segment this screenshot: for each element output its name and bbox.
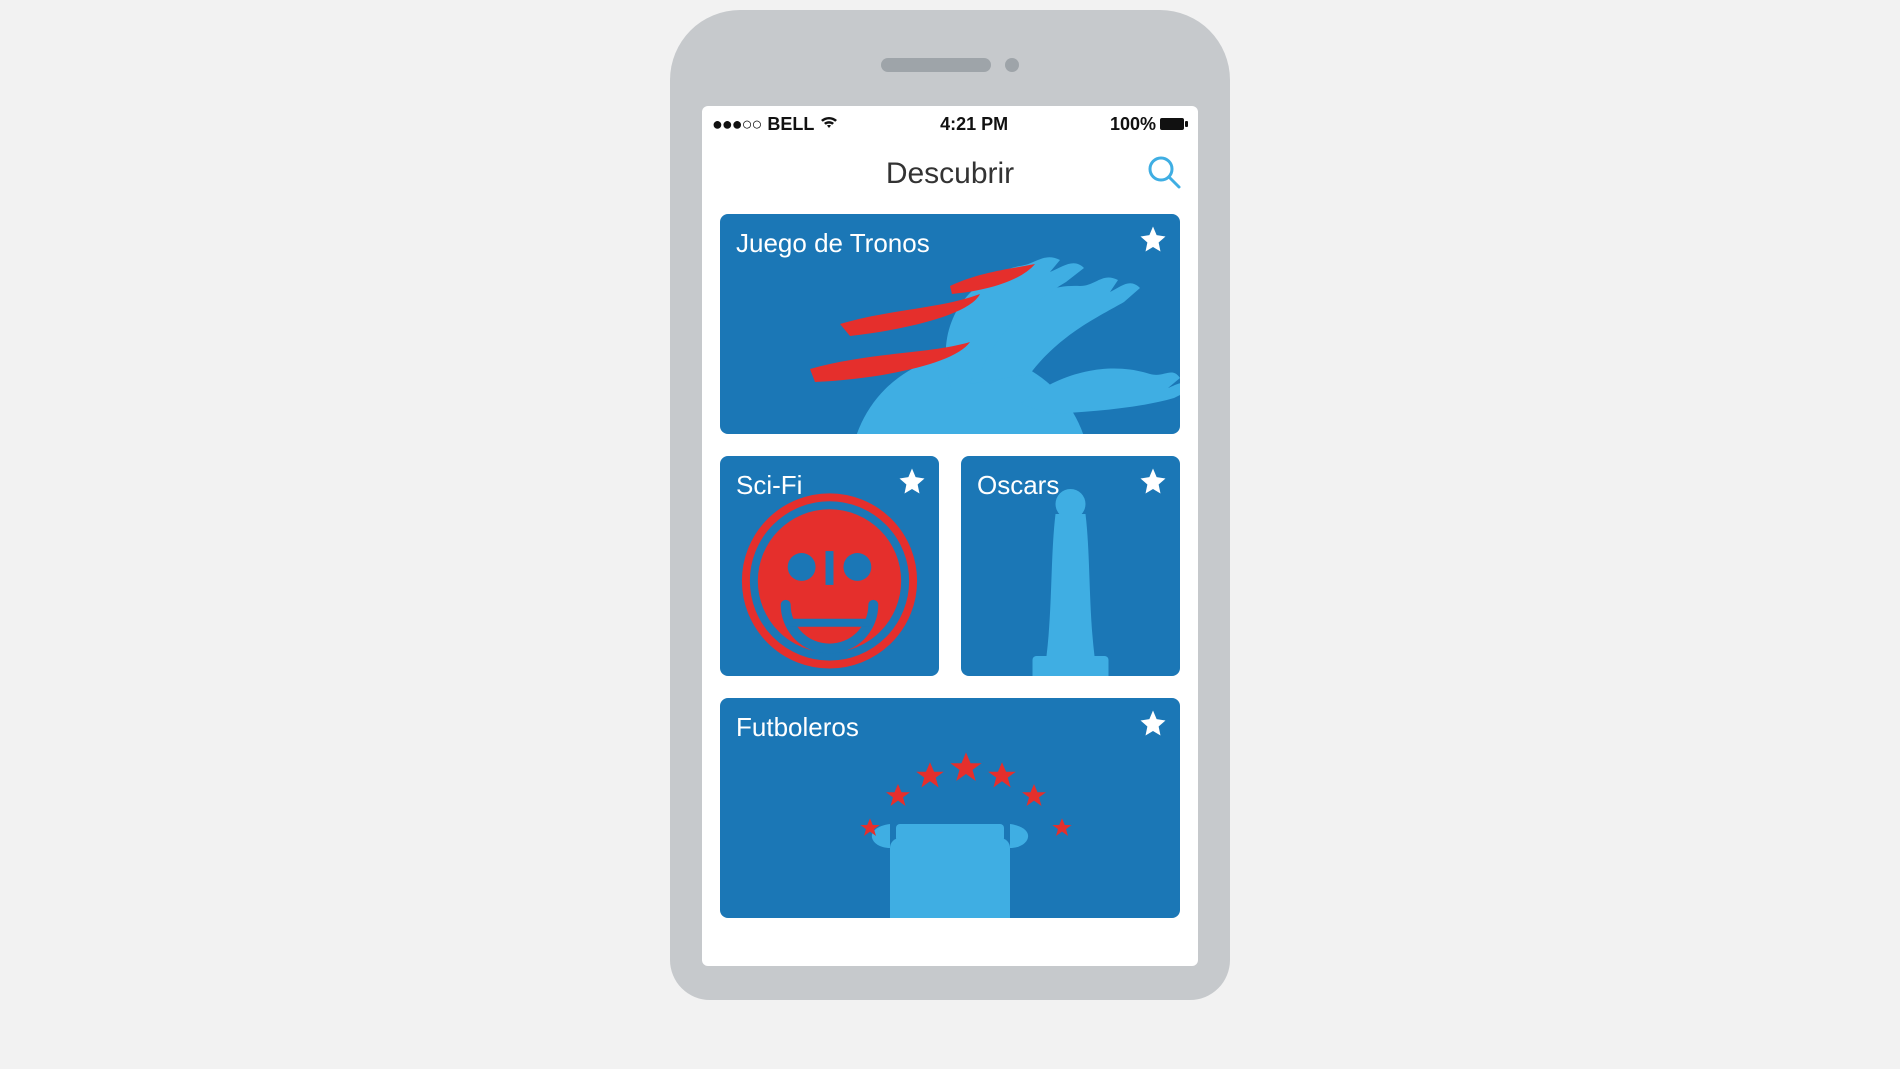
phone-speaker-row — [702, 40, 1198, 90]
favorite-button[interactable] — [1138, 224, 1168, 259]
card-grid: Juego de Tronos — [702, 206, 1198, 966]
card-oscars[interactable]: Oscars — [961, 456, 1180, 676]
phone-frame: ●●●○○ BELL 4:21 PM 100% Descubrir — [670, 10, 1230, 1000]
phone-speaker — [881, 58, 991, 72]
card-title: Futboleros — [736, 712, 859, 743]
favorite-button[interactable] — [1138, 466, 1168, 501]
star-icon — [897, 483, 927, 500]
favorite-button[interactable] — [1138, 708, 1168, 743]
card-juego-de-tronos[interactable]: Juego de Tronos — [720, 214, 1180, 434]
search-button[interactable] — [1144, 154, 1184, 194]
card-sci-fi[interactable]: Sci-Fi — [720, 456, 939, 676]
app-header: Descubrir — [702, 142, 1198, 206]
card-title: Oscars — [977, 470, 1059, 501]
phone-camera — [1005, 58, 1019, 72]
favorite-button[interactable] — [897, 466, 927, 501]
star-icon — [1138, 483, 1168, 500]
carrier-label: BELL — [767, 114, 814, 135]
phone-screen: ●●●○○ BELL 4:21 PM 100% Descubrir — [702, 106, 1198, 966]
star-icon — [1138, 241, 1168, 258]
card-row-two: Sci-Fi — [720, 456, 1180, 676]
status-bar: ●●●○○ BELL 4:21 PM 100% — [702, 106, 1198, 142]
page-title: Descubrir — [886, 157, 1014, 191]
star-icon — [1138, 725, 1168, 742]
search-icon — [1146, 154, 1182, 195]
status-left: ●●●○○ BELL — [712, 114, 838, 135]
wifi-icon — [820, 115, 838, 134]
status-right: 100% — [1110, 114, 1188, 135]
battery-icon — [1160, 117, 1188, 131]
card-title: Juego de Tronos — [736, 228, 930, 259]
signal-icon: ●●●○○ — [712, 114, 761, 135]
card-futboleros[interactable]: Futboleros — [720, 698, 1180, 918]
card-title: Sci-Fi — [736, 470, 802, 501]
status-time: 4:21 PM — [940, 114, 1008, 135]
battery-label: 100% — [1110, 114, 1156, 135]
